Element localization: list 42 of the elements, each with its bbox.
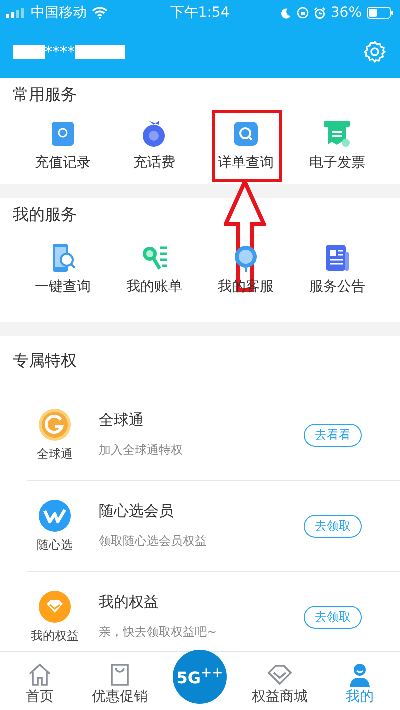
clock-time: 下午1:54 — [170, 4, 230, 22]
privilege-description: 亲，快去领取权益吧~ — [99, 624, 218, 641]
settings-icon[interactable] — [363, 40, 387, 64]
alarm-icon — [314, 7, 326, 19]
service-label[interactable]: 电子发票 — [309, 154, 366, 172]
tab-label[interactable]: 权益商城 — [252, 688, 308, 706]
privilege-title: 全球通 — [99, 411, 145, 430]
privilege-description: 加入全球通特权 — [99, 442, 184, 459]
carrier-name: 中国移动 — [31, 4, 87, 22]
section-title: 常用服务 — [13, 84, 78, 106]
home-icon[interactable] — [27, 662, 53, 688]
user-icon[interactable] — [347, 662, 373, 688]
moon-icon — [280, 8, 292, 18]
privilege-description: 领取随心选会员权益 — [99, 533, 208, 550]
service-label[interactable]: 服务公告 — [309, 278, 366, 296]
privilege-icon-label: 全球通 — [37, 446, 73, 462]
signal-icon — [6, 8, 26, 18]
privilege-icon-label: 随心选 — [37, 536, 73, 554]
service-label[interactable]: 一键查询 — [34, 278, 91, 296]
wifi-icon — [92, 7, 108, 19]
redaction-mark — [75, 45, 125, 59]
diamond-icon[interactable] — [267, 662, 293, 688]
section-title: 我的服务 — [13, 204, 78, 226]
service-label[interactable]: 充值记录 — [34, 154, 91, 172]
service-label[interactable]: 详单查询 — [218, 154, 274, 172]
tab-label[interactable]: 首页 — [26, 688, 54, 706]
section-title: 专属特权 — [13, 350, 78, 372]
account-number: **** — [45, 43, 75, 61]
gem-icon — [38, 590, 72, 624]
privilege-title: 我的权益 — [99, 593, 160, 612]
service-label[interactable]: 充话费 — [133, 154, 176, 172]
battery-icon — [367, 7, 394, 19]
5g-logo-button[interactable]: 5G$^{++}$ — [173, 650, 227, 704]
battery-percent: 36% — [330, 5, 362, 21]
service-label[interactable]: 我的账单 — [126, 278, 182, 296]
w-logo-icon — [38, 498, 72, 532]
rotation-lock-icon — [296, 7, 309, 19]
g-logo-icon — [38, 408, 72, 442]
privilege-title: 随心选会员 — [99, 502, 175, 521]
privilege-icon-label: 我的权益 — [31, 628, 79, 644]
redaction-mark — [13, 45, 45, 59]
tab-label[interactable]: 优惠促销 — [92, 688, 148, 706]
